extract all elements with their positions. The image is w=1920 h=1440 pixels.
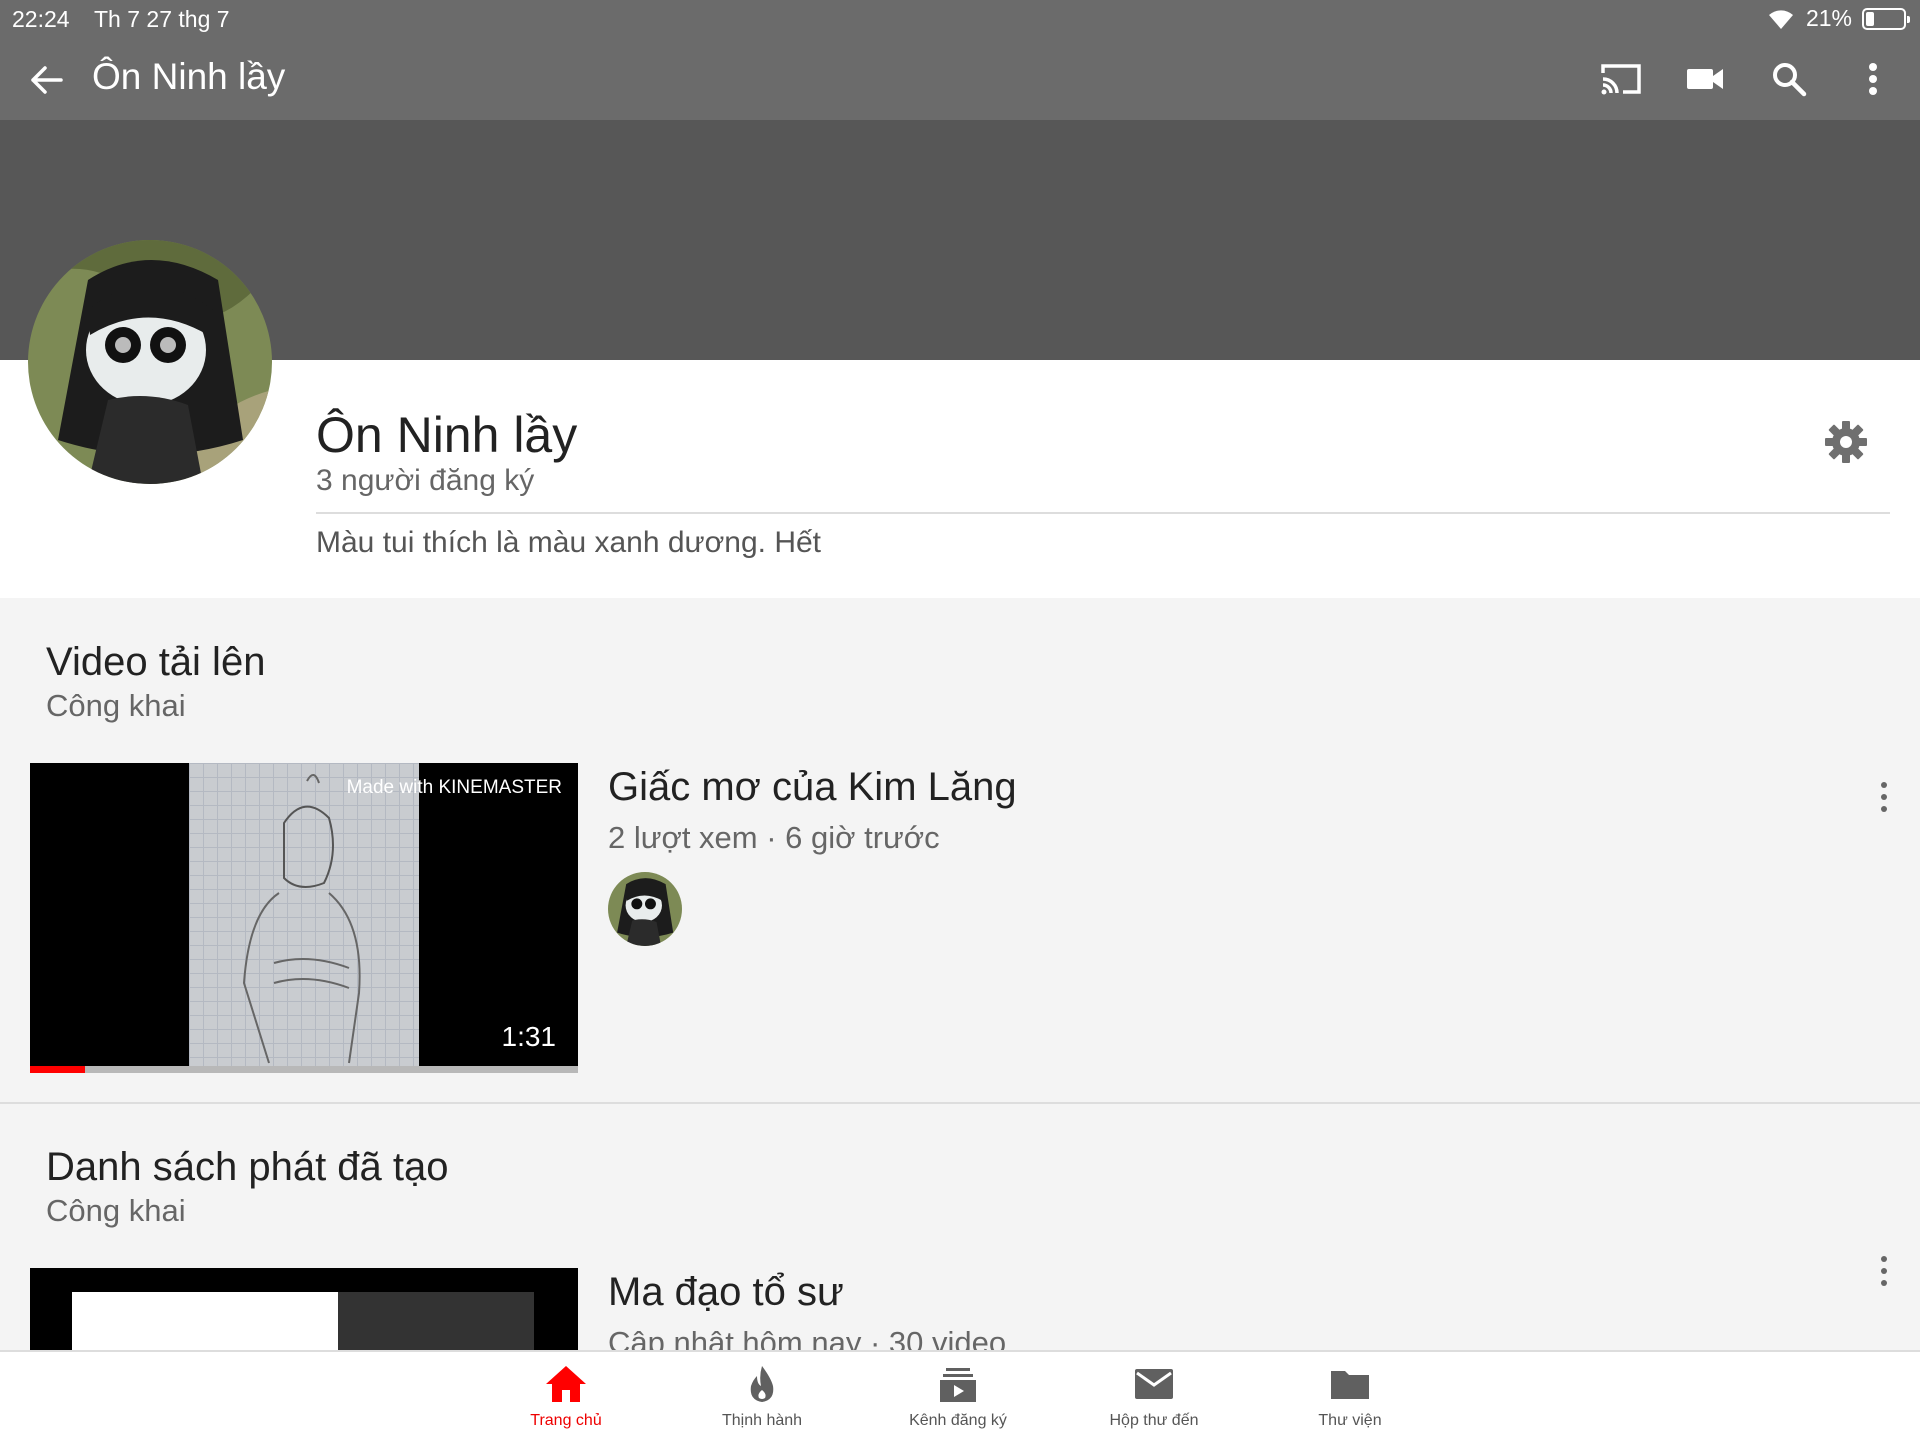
status-bar: 22:24 Th 7 27 thg 7 21% <box>0 0 1920 38</box>
video-camera-icon[interactable] <box>1678 52 1732 106</box>
battery-fill <box>1866 11 1874 26</box>
playlist-title[interactable]: Ma đạo tổ sư <box>608 1270 844 1315</box>
bottom-navigation: Trang chủ Thịnh hành Kênh đăng ký Hộp th… <box>0 1350 1920 1440</box>
channel-description: Màu tui thích là màu xanh dương. Hết <box>316 526 822 559</box>
playlist-thumb-image-dark <box>338 1292 534 1350</box>
channel-header: Ôn Ninh lầy 3 người đăng ký Màu tui thíc… <box>0 360 1920 598</box>
section-divider <box>0 1102 1920 1104</box>
watch-progress-bar <box>30 1066 85 1073</box>
playlist-thumb-image <box>72 1292 338 1350</box>
playlists-section-title: Danh sách phát đã tạo <box>46 1145 449 1189</box>
channel-name: Ôn Ninh lầy <box>316 407 578 463</box>
video-title[interactable]: Giấc mơ của Kim Lăng <box>608 765 1017 810</box>
uploads-section-visibility: Công khai <box>46 688 186 723</box>
top-bar: 22:24 Th 7 27 thg 7 21% Ôn Ninh lầy <box>0 0 1920 120</box>
nav-subscriptions[interactable]: Kênh đăng ký <box>860 1360 1056 1430</box>
nav-library[interactable]: Thư viện <box>1252 1360 1448 1430</box>
playlists-section-visibility: Công khai <box>46 1193 186 1228</box>
channel-avatar[interactable] <box>28 240 272 484</box>
playlist-thumbnail[interactable] <box>30 1268 578 1350</box>
nav-trending[interactable]: Thịnh hành <box>664 1360 860 1430</box>
battery-percent: 21% <box>1805 5 1852 31</box>
status-right: 21% <box>1766 5 1910 32</box>
app-bar-title: Ôn Ninh lầy <box>92 56 286 97</box>
header-divider <box>316 512 1890 514</box>
channel-banner <box>0 120 1920 360</box>
playlist-meta: Cập nhật hôm nay · 30 video <box>608 1325 1007 1350</box>
status-time: 22:24 <box>12 6 70 32</box>
battery-icon <box>1862 7 1910 30</box>
status-date: Th 7 27 thg 7 <box>94 6 230 32</box>
nav-inbox[interactable]: Hộp thư đến <box>1056 1360 1252 1430</box>
watermark: Made with KINEMASTER <box>346 777 562 798</box>
overflow-menu-icon[interactable] <box>1846 52 1900 106</box>
sketch-drawing <box>242 774 361 1064</box>
cast-icon[interactable] <box>1594 52 1648 106</box>
app-bar: Ôn Ninh lầy <box>0 38 1920 120</box>
nav-subscriptions-label: Kênh đăng ký <box>909 1412 1007 1429</box>
nav-home[interactable]: Trang chủ <box>468 1360 664 1430</box>
video-meta: 2 lượt xem · 6 giờ trước <box>608 820 940 855</box>
search-icon[interactable] <box>1762 52 1816 106</box>
uploads-section-title: Video tải lên <box>46 640 266 684</box>
video-more-icon[interactable] <box>1876 782 1892 812</box>
playlist-more-icon[interactable] <box>1876 1256 1892 1286</box>
mail-icon <box>1135 1369 1173 1399</box>
subscriber-count: 3 người đăng ký <box>316 464 535 497</box>
wifi-icon <box>1768 9 1793 29</box>
nav-trending-label: Thịnh hành <box>721 1412 803 1429</box>
video-duration: 1:31 <box>501 1021 557 1052</box>
app-bar-actions <box>1594 52 1900 106</box>
back-arrow-icon[interactable] <box>22 56 70 104</box>
video-thumbnail[interactable]: Made with KINEMASTER 1:31 <box>30 763 578 1073</box>
folder-icon <box>1331 1371 1369 1399</box>
nav-inbox-label: Hộp thư đến <box>1109 1412 1199 1429</box>
subscriptions-icon <box>940 1368 976 1402</box>
nav-home-label: Trang chủ <box>530 1412 602 1429</box>
gear-icon[interactable] <box>1822 418 1870 466</box>
nav-library-label: Thư viện <box>1318 1412 1382 1429</box>
sketch-image <box>189 763 419 1073</box>
video-channel-avatar[interactable] <box>608 872 682 946</box>
fire-icon <box>750 1366 774 1402</box>
watch-progress-track <box>30 1066 578 1073</box>
home-icon <box>546 1366 586 1402</box>
